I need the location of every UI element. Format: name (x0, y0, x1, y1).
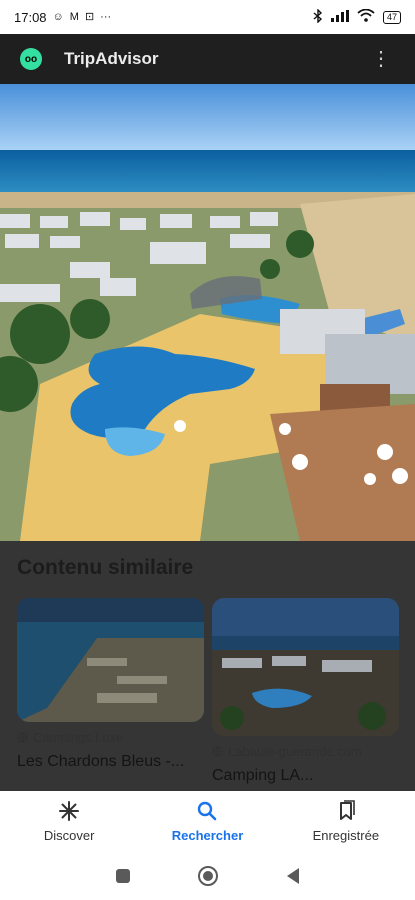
system-navigation (0, 851, 415, 900)
globe-icon (17, 732, 28, 743)
card-title[interactable]: Camping LA... (212, 767, 399, 785)
maps-notification-icon: ⊡ (84, 10, 95, 23)
gmail-notification-icon: M (69, 10, 79, 23)
nav-label: Enregistrée (312, 827, 380, 843)
bookmarks-icon (335, 799, 357, 822)
nav-search[interactable]: Rechercher (138, 791, 276, 851)
nav-label: Rechercher (171, 827, 244, 843)
nav-label: Discover (43, 827, 95, 843)
circle-icon (197, 865, 218, 886)
similar-content-card[interactable]: Campings.Luxe Les Chardons Bleus -... (17, 598, 204, 771)
section-title: Contenu similaire (17, 556, 194, 579)
square-icon (115, 868, 130, 883)
status-bar: 17:08 ☺ M ⊡ ··· 47 (0, 0, 415, 34)
battery-indicator: 47 (382, 10, 401, 24)
app-header: oo TripAdvisor ⋮ (0, 34, 415, 84)
card-source: Campings.Luxe (33, 730, 124, 745)
asterisk-icon (58, 800, 80, 822)
nav-saved[interactable]: Enregistrée (277, 791, 415, 851)
smiley-notification-icon: ☺ (52, 10, 64, 23)
back-triangle-icon (286, 867, 299, 884)
wifi-icon (357, 8, 375, 25)
app-title: TripAdvisor (64, 49, 159, 68)
clock: 17:08 (14, 9, 47, 25)
overflow-notifications-icon: ··· (100, 10, 112, 23)
nav-discover[interactable]: Discover (0, 791, 138, 851)
bluetooth-icon (313, 7, 323, 26)
recents-button[interactable] (108, 861, 138, 891)
more-options-icon[interactable]: ⋮ (367, 45, 395, 73)
similar-content-card[interactable]: Labaule-guerande.com Camping LA... (212, 598, 399, 785)
tripadvisor-logo-icon: oo (20, 48, 42, 70)
search-icon (196, 800, 218, 822)
card-title[interactable]: Les Chardons Bleus -... (17, 753, 204, 771)
logo-mark: oo (24, 53, 38, 65)
signal-icon (330, 9, 349, 25)
home-button[interactable] (193, 861, 223, 891)
card-image (17, 598, 204, 722)
bottom-navigation: Discover Rechercher Enregistrée (0, 791, 415, 851)
card-image (212, 598, 399, 736)
card-source: Labaule-guerande.com (228, 744, 362, 759)
hero-image[interactable] (0, 84, 415, 541)
back-button[interactable] (278, 861, 308, 891)
globe-icon (212, 746, 223, 757)
